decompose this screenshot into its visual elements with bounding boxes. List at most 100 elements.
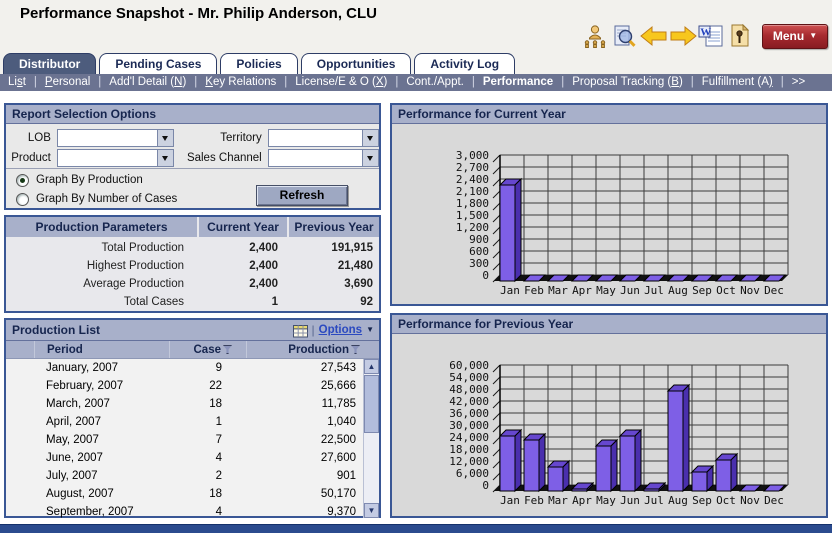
production-cell: 25,666 [246,380,364,392]
parameter-label: Average Production [6,275,198,293]
bar-side-face [635,430,641,491]
word-export-icon[interactable]: W [698,24,724,48]
subnav-item-cont-appt[interactable]: Cont./Appt. [404,76,466,88]
parameter-label: Total Cases [6,293,198,311]
subnav-item-[interactable]: >> [790,76,807,88]
period-cell: March, 2007 [34,398,169,410]
column-header: Production Parameters [6,217,198,238]
forward-arrow-icon[interactable] [669,24,695,48]
axis-hatch [493,377,500,384]
list-item[interactable]: August, 20071850,170 [6,485,379,503]
current-year-value: 1 [198,293,288,311]
report-graph-options: Graph By ProductionGraph By Number of Ca… [6,172,379,213]
tab-activity-log[interactable]: Activity Log [414,53,515,74]
list-item[interactable]: May, 2007722,500 [6,431,379,449]
axis-hatch [493,365,500,372]
dropdown-arrow-icon[interactable] [157,150,173,166]
period-cell: February, 2007 [34,380,169,392]
axis-hatch [493,425,500,432]
subnav-item-performance[interactable]: Performance [481,76,555,88]
subnav-separator: | [278,76,293,88]
dropdown-arrow-icon[interactable] [362,130,378,146]
production-column-header[interactable]: Production [246,341,364,358]
table-row: Highest Production2,40021,480 [6,257,379,275]
production-list-panel: Production List | Options ▼ [4,318,381,518]
bar-Apr [572,489,587,491]
current-year-value: 2,400 [198,257,288,275]
sales-channel-dropdown[interactable] [268,149,379,167]
tab-policies[interactable]: Policies [220,53,297,74]
subnav-item-license-e-o-x[interactable]: License/E & O (X) [293,76,389,88]
graph-by-number-of-cases-radio[interactable] [16,193,29,206]
list-item[interactable]: July, 20072901 [6,467,379,485]
x-tick-label: Nov [740,494,760,507]
scrollbar-up-arrow[interactable]: ▲ [364,359,379,374]
x-tick-label: Mar [548,494,568,507]
tab-opportunities[interactable]: Opportunities [301,53,412,74]
production-list-scrollbar[interactable]: ▲ ▼ [363,359,379,518]
filter-funnel-icon[interactable] [223,345,232,354]
subnav-item-list[interactable]: List [6,76,28,88]
subnav-item-proposal-tracking-b[interactable]: Proposal Tracking (B) [570,76,685,88]
x-tick-label: Aug [668,284,688,297]
period-cell: June, 2007 [34,452,169,464]
scrollbar-down-arrow[interactable]: ▼ [364,503,379,518]
territory-dropdown[interactable] [268,129,379,147]
territory-label: Territory [174,132,268,144]
dropdown-arrow-icon[interactable] [362,150,378,166]
menu-button[interactable]: Menu ▼ [762,24,828,49]
bar-chart-svg: 60,00054,00048,00042,00036,00030,00024,0… [392,334,826,515]
subnav-bar: List|Personal|Add'l Detail (N)|Key Relat… [0,74,832,91]
bar-Mar [548,467,563,491]
x-tick-label: Jun [620,494,640,507]
options-link[interactable]: Options [319,320,362,340]
x-tick-label: Nov [740,284,760,297]
search-icon[interactable] [611,24,637,48]
x-tick-label: Oct [716,494,736,507]
production-parameters-panel: Production ParametersCurrent YearPreviou… [4,215,381,313]
case-column-header[interactable]: Case [169,341,246,358]
axis-hatch [493,215,500,222]
scrollbar-thumb[interactable] [364,375,379,433]
lob-dropdown[interactable] [57,129,174,147]
list-item[interactable]: June, 2007427,600 [6,449,379,467]
options-dropdown-arrow-icon[interactable]: ▼ [366,320,374,340]
x-tick-label: Oct [716,284,736,297]
list-item[interactable]: January, 2007927,543 [6,359,379,377]
sales-channel-label: Sales Channel [174,152,268,164]
list-item[interactable]: April, 200711,040 [6,413,379,431]
bar-Jun [620,436,635,491]
svg-text:W: W [700,26,711,38]
back-arrow-icon[interactable] [640,24,666,48]
product-dropdown[interactable] [57,149,174,167]
refresh-button[interactable]: Refresh [256,185,348,206]
period-column-header[interactable]: Period [34,341,169,358]
bar-Feb [524,440,539,491]
bar-Jul [644,489,659,491]
menu-button-label: Menu [773,29,804,43]
list-item[interactable]: February, 20072225,666 [6,377,379,395]
x-tick-label: Mar [548,284,568,297]
table-view-icon[interactable] [293,324,308,337]
subnav-item-personal[interactable]: Personal [43,76,92,88]
subnav-item-add-l-detail-n[interactable]: Add'l Detail (N) [107,76,188,88]
production-cell: 9,370 [246,506,364,518]
current-year-chart: 3,0002,7002,4002,1001,8001,5001,20090060… [392,124,826,305]
parameter-label: Highest Production [6,257,198,275]
org-chart-icon[interactable] [582,24,608,48]
graph-by-production-radio[interactable] [16,174,29,187]
tab-distributor[interactable]: Distributor [3,53,96,74]
bar-side-face [515,430,521,491]
x-tick-label: Feb [524,284,544,297]
case-cell: 1 [169,416,246,428]
production-cell: 11,785 [246,398,364,410]
filter-funnel-icon[interactable] [351,345,360,354]
subnav-item-key-relations[interactable]: Key Relations [203,76,278,88]
attach-document-icon[interactable] [727,24,753,48]
subnav-item-fulfillment-a[interactable]: Fulfillment (A) [700,76,775,88]
dropdown-arrow-icon[interactable] [157,130,173,146]
report-selection-panel: Report Selection Options LOBTerritoryPro… [4,103,381,210]
tab-pending-cases[interactable]: Pending Cases [99,53,217,74]
list-item[interactable]: March, 20071811,785 [6,395,379,413]
list-item[interactable]: September, 200749,370 [6,503,379,521]
